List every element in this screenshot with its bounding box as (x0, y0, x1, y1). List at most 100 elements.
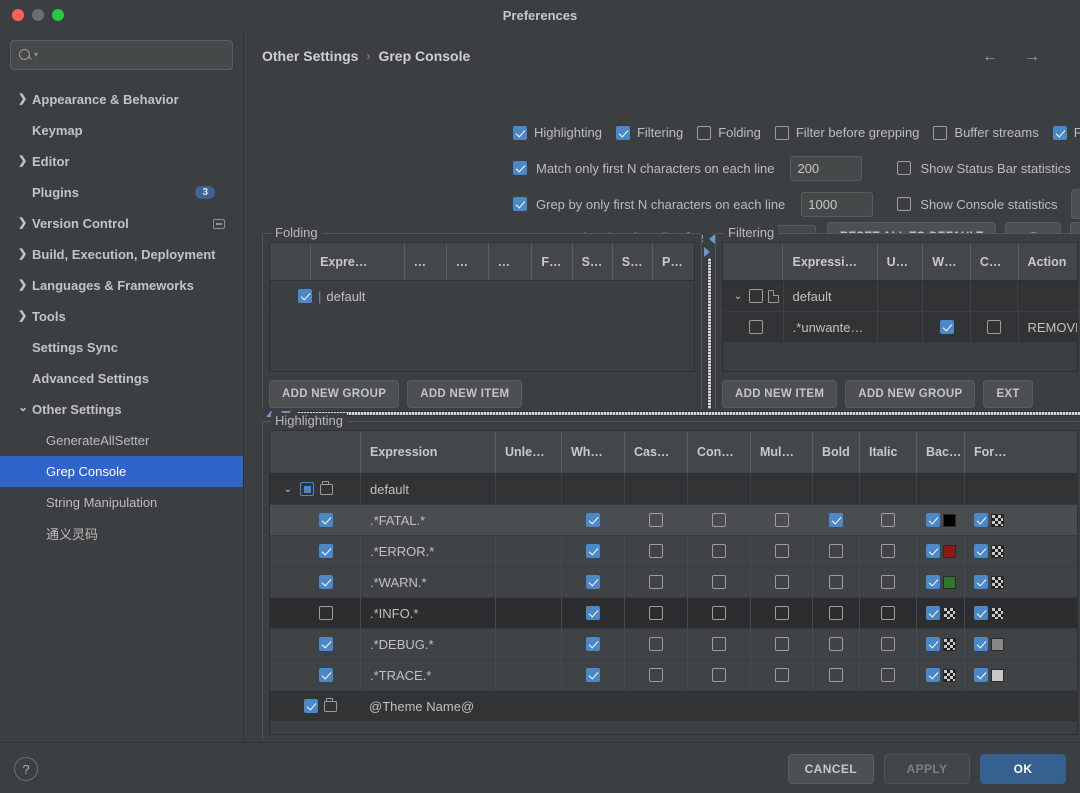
highlighting-checkbox-italic[interactable] (881, 544, 895, 558)
highlighting-checkbox-multi[interactable] (775, 668, 789, 682)
highlighting-checkbox-cont[interactable] (712, 606, 726, 620)
grep-first-n-checkbox[interactable] (513, 197, 527, 211)
sidebar-item-grep-console[interactable]: Grep Console (0, 456, 243, 487)
highlighting-fore-color-swatch[interactable] (991, 545, 1004, 558)
filtering-add-new-item[interactable]: ADD NEW ITEM (722, 380, 837, 408)
vertical-splitter[interactable] (703, 232, 715, 414)
highlighting-checkbox-multi[interactable] (775, 575, 789, 589)
highlighting-checkbox-case[interactable] (649, 668, 663, 682)
table-row[interactable]: ⌄default (270, 474, 1077, 505)
table-row[interactable]: .*TRACE.* (270, 660, 1077, 691)
checkbox-filtering-blank-line-workaround[interactable] (1053, 126, 1067, 140)
highlighting-checkbox-whole[interactable] (586, 606, 600, 620)
highlighting-row-checkbox[interactable] (319, 544, 333, 558)
stream-buffer-settings-button[interactable]: STREAM BUFFER SETTINGS (1071, 189, 1080, 219)
sidebar-item-version-control[interactable]: ❯Version Control (0, 208, 243, 239)
highlighting-checkbox-cont[interactable] (712, 575, 726, 589)
highlighting-checkbox-case[interactable] (649, 544, 663, 558)
highlighting-fore-checkbox[interactable] (974, 513, 988, 527)
match-first-n-input[interactable] (790, 156, 862, 181)
table-row[interactable]: .*unwante…REMOVE (723, 312, 1077, 343)
window-controls[interactable] (12, 9, 64, 21)
highlighting-checkbox-multi[interactable] (775, 606, 789, 620)
highlighting-checkbox-bold[interactable] (829, 544, 843, 558)
apply-button[interactable]: APPLY (884, 754, 970, 784)
folding-row-checkbox[interactable] (298, 289, 312, 303)
highlighting-fore-color-swatch[interactable] (991, 638, 1004, 651)
table-row[interactable]: .*WARN.* (270, 567, 1077, 598)
highlighting-fore-checkbox[interactable] (974, 544, 988, 558)
highlighting-back-color-swatch[interactable] (943, 638, 956, 651)
table-row[interactable]: .*FATAL.* (270, 505, 1077, 536)
highlighting-group-checkbox[interactable] (300, 482, 314, 496)
highlighting-fore-checkbox[interactable] (974, 637, 988, 651)
highlighting-back-color-swatch[interactable] (943, 514, 956, 527)
highlighting-group-checkbox[interactable] (304, 699, 318, 713)
sidebar-item-[interactable]: 通义灵码 (0, 518, 243, 549)
highlighting-back-checkbox[interactable] (926, 575, 940, 589)
highlighting-checkbox-case[interactable] (649, 513, 663, 527)
highlighting-checkbox-multi[interactable] (775, 513, 789, 527)
sidebar-item-advanced-settings[interactable]: ❯Advanced Settings (0, 363, 243, 394)
back-arrow-icon[interactable]: ← (982, 48, 998, 66)
sidebar-item-tools[interactable]: ❯Tools (0, 301, 243, 332)
highlighting-checkbox-italic[interactable] (881, 668, 895, 682)
filtering-row-checkbox[interactable] (749, 320, 763, 334)
highlighting-back-color-swatch[interactable] (943, 576, 956, 589)
highlighting-back-checkbox[interactable] (926, 606, 940, 620)
highlighting-back-color-swatch[interactable] (943, 669, 956, 682)
checkbox-filtering[interactable] (616, 126, 630, 140)
highlighting-checkbox-cont[interactable] (712, 668, 726, 682)
sidebar-item-build-execution-deployment[interactable]: ❯Build, Execution, Deployment (0, 239, 243, 270)
sidebar-item-keymap[interactable]: ❯Keymap (0, 115, 243, 146)
filtering-add-new-group[interactable]: ADD NEW GROUP (845, 380, 975, 408)
splitter-grip[interactable] (707, 258, 712, 414)
highlighting-checkbox-cont[interactable] (712, 544, 726, 558)
filtering-row-checkbox[interactable] (749, 289, 763, 303)
search-box[interactable]: ▾ (10, 40, 233, 70)
highlighting-back-color-swatch[interactable] (943, 607, 956, 620)
sidebar-item-plugins[interactable]: ❯Plugins3 (0, 177, 243, 208)
highlighting-checkbox-multi[interactable] (775, 637, 789, 651)
maximize-icon[interactable] (52, 9, 64, 21)
highlighting-checkbox-cont[interactable] (712, 513, 726, 527)
highlighting-checkbox-bold[interactable] (829, 668, 843, 682)
table-row[interactable]: @Theme Name@ (270, 691, 1077, 722)
highlighting-checkbox-whole[interactable] (586, 513, 600, 527)
forward-arrow-icon[interactable]: → (1024, 48, 1040, 66)
highlighting-checkbox-italic[interactable] (881, 606, 895, 620)
highlighting-row-checkbox[interactable] (319, 668, 333, 682)
ok-button[interactable]: OK (980, 754, 1066, 784)
highlighting-checkbox-italic[interactable] (881, 637, 895, 651)
footer-help-button[interactable]: ? (14, 757, 38, 781)
highlighting-checkbox-whole[interactable] (586, 668, 600, 682)
highlighting-fore-checkbox[interactable] (974, 668, 988, 682)
sidebar-item-string-manipulation[interactable]: String Manipulation (0, 487, 243, 518)
horizontal-splitter-grip[interactable] (297, 411, 1080, 416)
chevron-down-icon[interactable]: ⌄ (732, 291, 744, 302)
highlighting-fore-color-swatch[interactable] (991, 514, 1004, 527)
highlighting-fore-color-swatch[interactable] (991, 669, 1004, 682)
highlighting-row-checkbox[interactable] (319, 513, 333, 527)
highlighting-row-checkbox[interactable] (319, 575, 333, 589)
table-row[interactable]: .*INFO.* (270, 598, 1077, 629)
table-row[interactable]: |default (270, 281, 694, 312)
folding-add-new-item[interactable]: ADD NEW ITEM (407, 380, 522, 408)
table-row[interactable]: .*ERROR.* (270, 536, 1077, 567)
highlighting-checkbox-whole[interactable] (586, 544, 600, 558)
checkbox-highlighting[interactable] (513, 126, 527, 140)
splitter-collapse-right-icon[interactable] (704, 247, 715, 257)
chevron-down-icon[interactable]: ⌄ (282, 484, 294, 495)
sidebar-item-settings-sync[interactable]: ❯Settings Sync (0, 332, 243, 363)
highlighting-checkbox-italic[interactable] (881, 575, 895, 589)
highlighting-checkbox-bold[interactable] (829, 637, 843, 651)
highlighting-back-checkbox[interactable] (926, 544, 940, 558)
highlighting-fore-color-swatch[interactable] (991, 576, 1004, 589)
filtering-ext[interactable]: EXT (983, 380, 1032, 408)
close-icon[interactable] (12, 9, 24, 21)
highlighting-checkbox-italic[interactable] (881, 513, 895, 527)
highlighting-back-checkbox[interactable] (926, 637, 940, 651)
cancel-button[interactable]: CANCEL (788, 754, 874, 784)
highlighting-back-color-swatch[interactable] (943, 545, 956, 558)
highlighting-row-checkbox[interactable] (319, 606, 333, 620)
